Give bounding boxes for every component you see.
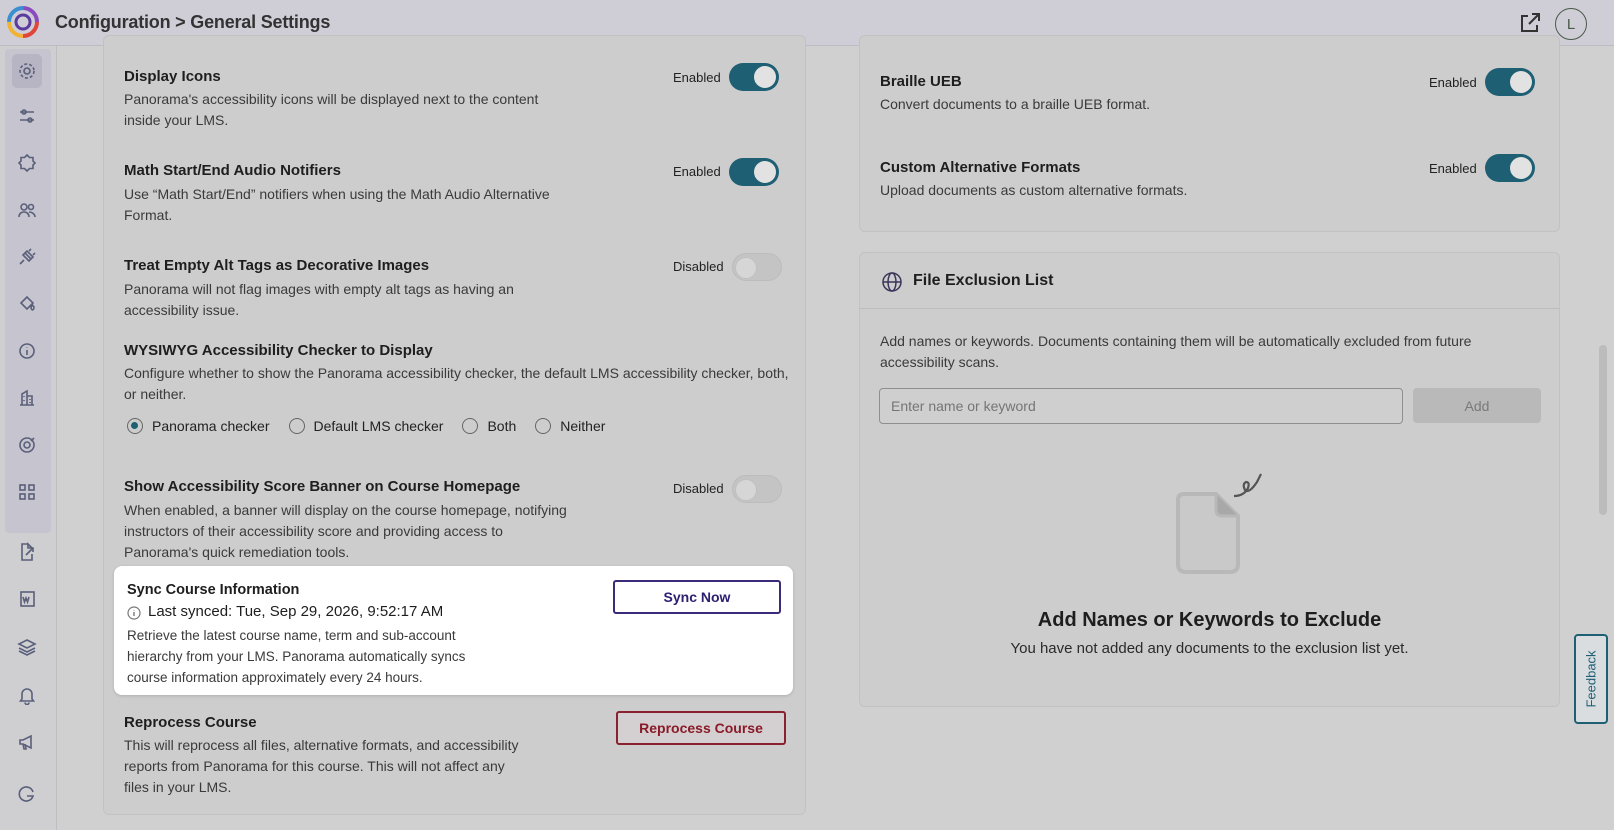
empty-state-subtitle: You have not added any documents to the … [1010, 640, 1409, 657]
empty-document-illustration [1176, 473, 1262, 574]
display-icons-toggle[interactable] [729, 63, 779, 91]
gear-icon[interactable] [12, 54, 42, 88]
display-icons-title: Display Icons [124, 68, 221, 85]
divider [860, 308, 1559, 309]
sidebar [0, 46, 57, 830]
file-exclusion-title: File Exclusion List [913, 272, 1054, 289]
radio-default-lms[interactable] [288, 418, 305, 434]
empty-alt-toggle[interactable] [732, 253, 782, 281]
braille-title: Braille UEB [880, 73, 962, 90]
custom-formats-state: Enabled [1429, 161, 1477, 176]
badge-icon[interactable] [14, 150, 40, 176]
braille-toggle[interactable] [1485, 68, 1535, 96]
toggle-knob [754, 66, 776, 88]
external-link-icon[interactable] [1518, 11, 1542, 35]
radio-label-both: Both [487, 418, 517, 434]
settings-card-right [859, 35, 1560, 232]
empty-alt-state: Disabled [673, 259, 724, 274]
target-icon[interactable] [14, 432, 40, 458]
reprocess-course-button[interactable]: Reprocess Course [616, 711, 786, 745]
math-notifiers-desc: Use “Math Start/End” notifiers when usin… [124, 186, 550, 223]
display-icons-desc: Panorama's accessibility icons will be d… [124, 91, 539, 128]
info-icon[interactable] [14, 338, 40, 364]
word-doc-icon[interactable] [14, 586, 40, 612]
radio-label-neither: Neither [560, 418, 606, 434]
plug-icon[interactable] [14, 244, 40, 270]
display-icons-state: Enabled [673, 70, 721, 85]
file-exclusion-desc: Add names or keywords. Documents contain… [880, 333, 1472, 370]
toggle-knob [1510, 157, 1532, 179]
sync-title: Sync Course Information [127, 582, 300, 598]
bell-icon[interactable] [14, 682, 40, 708]
radio-both[interactable] [462, 418, 479, 434]
file-export-icon[interactable] [14, 539, 40, 565]
toggle-knob [735, 479, 757, 501]
radio-label-panorama: Panorama checker [152, 418, 270, 434]
sync-desc: Retrieve the latest course name, term an… [127, 628, 466, 685]
score-banner-desc: When enabled, a banner will display on t… [124, 502, 567, 560]
info-icon [127, 606, 141, 620]
empty-alt-title: Treat Empty Alt Tags as Decorative Image… [124, 257, 430, 274]
paint-bucket-icon[interactable] [14, 291, 40, 317]
radio-neither[interactable] [535, 418, 552, 434]
sliders-icon[interactable] [14, 103, 40, 129]
custom-formats-desc: Upload documents as custom alternative f… [880, 182, 1188, 198]
building-icon[interactable] [14, 385, 40, 411]
toggle-knob [1510, 71, 1532, 93]
reprocess-title: Reprocess Course [124, 714, 257, 731]
custom-formats-title: Custom Alternative Formats [880, 159, 1081, 176]
braille-state: Enabled [1429, 75, 1477, 90]
score-banner-title: Show Accessibility Score Banner on Cours… [124, 478, 521, 495]
avatar[interactable]: L [1555, 8, 1587, 40]
feedback-button[interactable]: Feedback [1574, 634, 1608, 724]
add-keyword-button[interactable]: Add [1413, 388, 1541, 423]
g-logo-icon[interactable] [14, 781, 40, 807]
toggle-knob [735, 257, 757, 279]
users-icon[interactable] [14, 197, 40, 223]
breadcrumb: Configuration > General Settings [55, 12, 331, 32]
checker-radio-group: Panorama checker Default LMS checker Bot… [127, 415, 624, 437]
keyword-input[interactable] [879, 388, 1403, 424]
score-banner-toggle[interactable] [732, 475, 782, 503]
feedback-label: Feedback [1583, 650, 1599, 708]
math-notifiers-state: Enabled [673, 164, 721, 179]
grid-icon[interactable] [14, 479, 40, 505]
radio-panorama[interactable] [127, 418, 143, 434]
app-logo-icon[interactable] [6, 5, 40, 39]
megaphone-icon[interactable] [14, 729, 40, 755]
braille-desc: Convert documents to a braille UEB forma… [880, 96, 1151, 112]
globe-icon [882, 272, 902, 292]
math-notifiers-title: Math Start/End Audio Notifiers [124, 162, 341, 179]
empty-alt-desc: Panorama will not flag images with empty… [124, 281, 514, 318]
custom-formats-toggle[interactable] [1485, 154, 1535, 182]
last-synced: Last synced: Tue, Sep 29, 2026, 9:52:17 … [148, 603, 444, 620]
sync-now-button[interactable]: Sync Now [613, 580, 781, 614]
scrollbar[interactable] [1599, 345, 1607, 515]
math-notifiers-toggle[interactable] [729, 158, 779, 186]
reprocess-desc: This will reprocess all files, alternati… [124, 737, 519, 795]
layers-icon[interactable] [14, 634, 40, 660]
toggle-knob [754, 161, 776, 183]
score-banner-state: Disabled [673, 481, 724, 496]
wysiwyg-desc: Configure whether to show the Panorama a… [124, 365, 789, 402]
wysiwyg-title: WYSIWYG Accessibility Checker to Display [124, 342, 433, 359]
empty-state-title: Add Names or Keywords to Exclude [1037, 609, 1382, 631]
radio-label-default-lms: Default LMS checker [313, 418, 444, 434]
